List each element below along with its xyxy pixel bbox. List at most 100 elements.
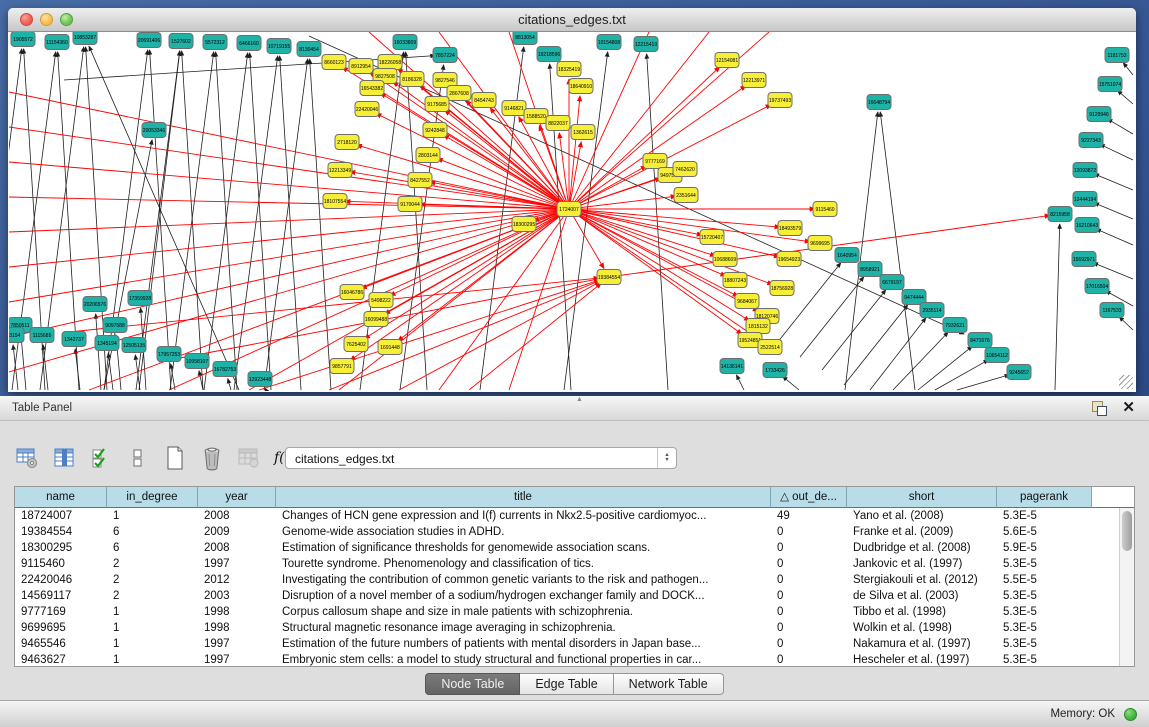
graph-node[interactable]: 12213971 [742, 73, 766, 88]
graph-node[interactable]: 18107554 [323, 194, 347, 209]
graph-node[interactable]: 6679197 [880, 275, 904, 290]
graph-node[interactable]: 8130454 [297, 42, 321, 57]
create-column-icon[interactable] [162, 445, 188, 471]
column-header-out-de-[interactable]: △ out_de... [771, 487, 847, 508]
tab-network-table[interactable]: Network Table [614, 673, 724, 695]
edge[interactable] [870, 318, 926, 390]
tab-edge-table[interactable]: Edge Table [520, 673, 613, 695]
edge[interactable] [9, 209, 569, 267]
graph-node[interactable]: 16033809 [393, 35, 417, 50]
edge[interactable] [569, 96, 580, 209]
table-row[interactable]: 969969511998Structural magnetic resonanc… [15, 620, 1119, 636]
graph-node[interactable]: 18807243 [723, 273, 747, 288]
table-options-icon[interactable] [14, 445, 40, 471]
edge[interactable] [550, 64, 571, 390]
edge[interactable] [569, 209, 702, 235]
delete-table-icon[interactable] [236, 445, 262, 471]
graph-node[interactable]: 12923448 [248, 372, 272, 387]
edge[interactable] [1093, 263, 1133, 279]
graph-node[interactable]: 6466160 [237, 36, 261, 51]
edge[interactable] [736, 375, 744, 390]
graph-node[interactable]: 9227343 [1079, 133, 1103, 148]
select-columns-check-icon[interactable] [88, 445, 114, 471]
graph-node[interactable]: 1691448 [378, 340, 402, 355]
edge[interactable] [170, 52, 214, 390]
edge[interactable] [350, 172, 569, 209]
edge[interactable] [1119, 317, 1133, 330]
edge[interactable] [569, 32, 709, 209]
edge[interactable] [935, 360, 988, 390]
graph-node[interactable]: 1181753 [1105, 48, 1129, 63]
edge[interactable] [439, 209, 569, 390]
graph-node[interactable]: 2351644 [674, 188, 698, 203]
graph-node[interactable]: 9170044 [398, 197, 422, 212]
graph-node[interactable]: 17957253 [157, 347, 181, 362]
graph-node[interactable]: 11154360 [45, 35, 69, 50]
graph-node[interactable]: 7932621 [943, 318, 967, 333]
graph-node[interactable]: 16210643 [1075, 218, 1099, 233]
network-window-titlebar[interactable]: citations_edges.txt [8, 8, 1136, 32]
network-canvas[interactable]: 1724007193845541830029586601238912954182… [9, 32, 1135, 391]
graph-node[interactable]: 10958107 [185, 354, 209, 369]
graph-node[interactable]: 8186328 [400, 72, 424, 87]
edge[interactable] [957, 375, 1009, 390]
graph-node[interactable]: 1733426 [763, 363, 787, 378]
graph-node[interactable]: 16648794 [867, 95, 891, 110]
graph-node[interactable]: 2867608 [447, 86, 471, 101]
table-row[interactable]: 1872400712008Changes of HCN gene express… [15, 508, 1119, 524]
graph-node[interactable]: 9097588 [103, 318, 127, 333]
edge[interactable] [1108, 119, 1133, 134]
graph-node[interactable]: 7857224 [433, 48, 457, 63]
graph-node[interactable]: 10654112 [985, 348, 1009, 363]
graph-node[interactable]: 7625402 [344, 337, 368, 352]
graph-node[interactable]: 9777169 [643, 154, 667, 169]
graph-node[interactable]: 12154081 [715, 53, 739, 68]
graph-node[interactable]: 12444194 [1073, 192, 1097, 207]
edge[interactable] [893, 332, 948, 390]
table-row[interactable]: 946554611997Estimation of the future num… [15, 636, 1119, 652]
graph-node[interactable]: 16099488 [364, 312, 388, 327]
graph-node[interactable]: 9245652 [1007, 365, 1031, 380]
edge[interactable] [310, 59, 331, 390]
graph-node[interactable]: 15692971 [1072, 252, 1096, 267]
graph-node[interactable]: 20206576 [83, 297, 107, 312]
table-row[interactable]: 911546021997Tourette syndrome. Phenomeno… [15, 556, 1119, 572]
graph-node[interactable]: 1588520 [524, 109, 548, 124]
graph-node[interactable]: 18756928 [770, 281, 794, 296]
graph-node[interactable]: 8660123 [322, 55, 346, 70]
edge[interactable] [108, 353, 113, 390]
column-header-title[interactable]: title [276, 487, 771, 508]
graph-node[interactable]: 8427552 [408, 173, 432, 188]
edge[interactable] [800, 277, 864, 357]
graph-node[interactable]: 9699695 [808, 236, 832, 251]
tab-node-table[interactable]: Node Table [425, 673, 520, 695]
graph-node[interactable]: 15720407 [700, 230, 724, 245]
delete-column-icon[interactable] [199, 445, 225, 471]
edge[interactable] [822, 290, 886, 370]
table-row[interactable]: 1938455462009Genome-wide association stu… [15, 524, 1119, 540]
graph-node[interactable]: 18640910 [569, 79, 593, 94]
close-panel-icon[interactable]: ✕ [1122, 398, 1135, 416]
graph-node[interactable]: 19737493 [768, 93, 792, 108]
edge[interactable] [569, 105, 771, 209]
edge[interactable] [228, 379, 231, 390]
graph-node[interactable]: 5572312 [203, 35, 227, 50]
column-header-short[interactable]: short [847, 487, 997, 508]
edge[interactable] [1096, 229, 1133, 245]
network-graph[interactable]: 1724007193845541830029586601238912954182… [9, 32, 1135, 391]
table-row[interactable]: 977716911998Corpus callosum shape and si… [15, 604, 1119, 620]
graph-node[interactable]: 8822037 [546, 116, 570, 131]
table-scrollbar[interactable] [1119, 508, 1134, 666]
graph-node[interactable]: 19654923 [777, 252, 801, 267]
graph-node[interactable]: 8215958 [1048, 207, 1072, 222]
graph-node[interactable]: 9175685 [425, 97, 449, 112]
edge[interactable] [9, 209, 569, 302]
graph-node[interactable]: 2935114 [920, 303, 944, 318]
graph-node[interactable]: 1724007 [557, 202, 581, 217]
edge[interactable] [1100, 144, 1133, 160]
graph-node[interactable]: 16782753 [213, 362, 237, 377]
edge[interactable] [1055, 224, 1060, 390]
graph-node[interactable]: 12505135 [122, 338, 146, 353]
close-traffic-light[interactable] [20, 13, 33, 26]
splitter-handle-icon[interactable]: ▲ [575, 397, 585, 403]
